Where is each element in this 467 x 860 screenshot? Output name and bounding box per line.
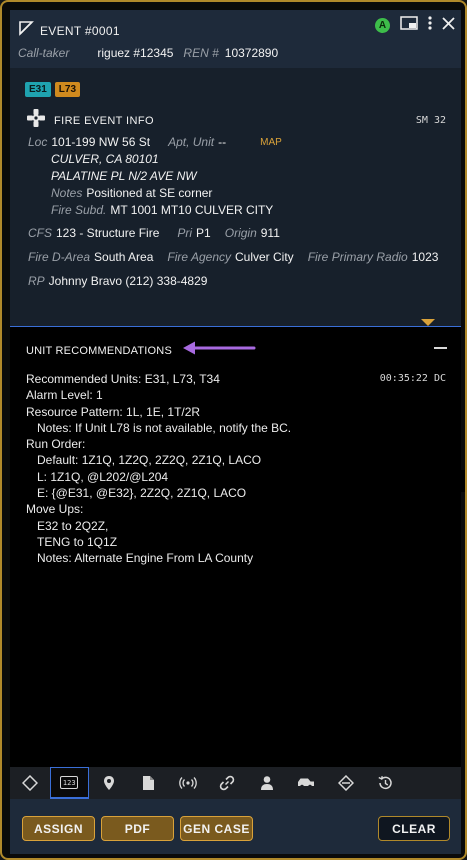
tab-document[interactable] <box>129 767 169 799</box>
cfs-row: CFS 123 - Structure Fire Pri P1 Origin 9… <box>28 226 280 240</box>
tab-hazard[interactable] <box>326 767 366 799</box>
gen-case-button[interactable]: GEN CASE <box>180 816 253 841</box>
rp-row: RP Johnny Bravo (212) 338-4829 <box>28 274 207 288</box>
event-header: EVENT #0001 A Call-taker riguez #12345 R… <box>10 10 461 68</box>
fire-department-icon <box>26 108 46 133</box>
event-title: EVENT #0001 <box>40 23 120 38</box>
keypad-123-icon: 123 <box>60 776 79 789</box>
recommendations-heading: UNIT RECOMMENDATIONS <box>26 340 256 361</box>
section-title: FIRE EVENT INFO <box>54 114 154 127</box>
calltaker-label: Call-taker <box>18 46 70 60</box>
tab-location[interactable] <box>89 767 129 799</box>
person-icon <box>260 776 273 790</box>
rec-line: L: 1Z1Q, @L202/@L204 <box>37 469 169 484</box>
fire-event-heading: FIRE EVENT INFO SM 32 <box>26 108 446 133</box>
pri-label: Pri <box>177 226 193 240</box>
vehicle-icon <box>298 778 315 789</box>
diamond-icon <box>21 775 38 791</box>
rec-line: Notes: Alternate Engine From LA County <box>37 551 254 566</box>
cfs-value: 123 - Structure Fire <box>56 226 160 240</box>
origin-value: 911 <box>260 226 280 240</box>
rp-label: RP <box>28 274 45 288</box>
collapse-icon[interactable] <box>434 347 447 349</box>
loc-value: 101-199 NW 56 St <box>51 135 151 149</box>
action-footer: ASSIGN PDF GEN CASE CLEAR <box>10 799 461 854</box>
sm-code: SM 32 <box>415 115 446 126</box>
city-line: CULVER, CA 80101 <box>51 152 159 166</box>
apt-value: -- <box>218 135 227 149</box>
radio-signal-icon <box>178 777 197 789</box>
tab-person[interactable] <box>247 767 287 799</box>
tab-radio[interactable] <box>168 767 208 799</box>
hazard-diamond-icon <box>337 775 354 791</box>
rec-line: Resource Pattern: 1L, 1E, 1T/2R <box>26 404 201 419</box>
recommendations-body: Recommended Units: E31, L73, T34 00:35:2… <box>26 371 446 567</box>
calltaker-value: riguez #12345 <box>97 46 174 60</box>
event-flag-icon <box>18 20 34 41</box>
ren-label: REN # <box>183 46 219 60</box>
pri-value: P1 <box>196 226 211 240</box>
rp-value: Johnny Bravo (212) 338-4829 <box>48 274 208 288</box>
picture-in-picture-icon[interactable] <box>400 16 418 35</box>
expand-triangle-icon[interactable] <box>421 319 435 326</box>
rec-line: Default: 1Z1Q, 1Z2Q, 2Z2Q, 2Z1Q, LACO <box>37 453 262 468</box>
apt-label: Apt, Unit <box>168 135 215 149</box>
arrow-left-icon <box>182 340 256 361</box>
notes-value: Positioned at SE corner <box>86 186 213 200</box>
window-controls: A <box>375 16 455 35</box>
clear-button[interactable]: CLEAR <box>378 816 450 841</box>
event-subheader: Call-taker riguez #12345 REN # 10372890 <box>18 46 278 60</box>
tab-history[interactable] <box>366 767 406 799</box>
event-toolbar: 123 <box>10 767 461 799</box>
rec-line: Notes: If Unit L78 is not available, not… <box>37 420 292 435</box>
link-icon <box>220 775 235 791</box>
darea-value: South Area <box>94 250 154 264</box>
map-link[interactable]: MAP <box>260 134 282 151</box>
fire-event-info-panel: E31 L73 FIRE EVENT INFO SM 32 Loc 101-19… <box>10 68 461 326</box>
recommendation-time: 00:35:22 DC <box>379 373 446 384</box>
event-title-group: EVENT #0001 <box>18 20 120 41</box>
tab-link[interactable] <box>208 767 248 799</box>
document-icon <box>142 776 154 790</box>
rec-line: Move Ups: <box>26 502 84 517</box>
rec-line: Alarm Level: 1 <box>26 388 103 403</box>
origin-label: Origin <box>224 226 257 240</box>
radio-value: 1023 <box>411 250 439 264</box>
rec-line: TENG to 1Q1Z <box>37 534 118 549</box>
rec-line: E32 to 2Q2Z, <box>37 518 109 533</box>
event-window: EVENT #0001 A Call-taker riguez #12345 R… <box>0 0 467 860</box>
agency-value: Culver City <box>235 250 294 264</box>
location-block: Loc 101-199 NW 56 St Apt, Unit -- MAP CU… <box>28 134 282 219</box>
area-row: Fire D-Area South Area Fire Agency Culve… <box>28 250 438 264</box>
radio-label: Fire Primary Radio <box>307 250 408 264</box>
unit-badge[interactable]: L73 <box>54 82 81 97</box>
cfs-label: CFS <box>28 226 52 240</box>
more-options-icon[interactable] <box>428 16 432 35</box>
edge-marker <box>460 470 465 492</box>
subd-label: Fire Subd. <box>51 203 107 217</box>
recommendations-title: UNIT RECOMMENDATIONS <box>26 344 172 357</box>
cross-street: PALATINE PL N/2 AVE NW <box>51 169 197 183</box>
unit-badge[interactable]: E31 <box>25 82 51 97</box>
tab-vehicle[interactable] <box>287 767 327 799</box>
unit-badges: E31 L73 <box>25 82 81 97</box>
darea-label: Fire D-Area <box>28 250 91 264</box>
pdf-button[interactable]: PDF <box>101 816 174 841</box>
agency-label: Fire Agency <box>167 250 231 264</box>
tab-diamond[interactable] <box>10 767 50 799</box>
unit-recommendations-panel: UNIT RECOMMENDATIONS Recommended Units: … <box>10 327 461 767</box>
subd-value: MT 1001 MT10 CULVER CITY <box>110 203 274 217</box>
close-icon[interactable] <box>442 16 455 35</box>
ren-value: 10372890 <box>224 46 279 60</box>
status-avatar[interactable]: A <box>375 18 390 33</box>
assign-button[interactable]: ASSIGN <box>22 816 95 841</box>
location-pin-icon <box>103 776 114 790</box>
rec-line: Recommended Units: E31, L73, T34 <box>26 372 220 386</box>
tab-keypad[interactable]: 123 <box>49 767 89 799</box>
loc-label: Loc <box>28 135 48 149</box>
rec-line: E: {@E31, @E32}, 2Z2Q, 2Z1Q, LACO <box>37 486 247 501</box>
notes-label: Notes <box>51 186 83 200</box>
history-icon <box>378 776 392 790</box>
rec-line: Run Order: <box>26 437 86 452</box>
